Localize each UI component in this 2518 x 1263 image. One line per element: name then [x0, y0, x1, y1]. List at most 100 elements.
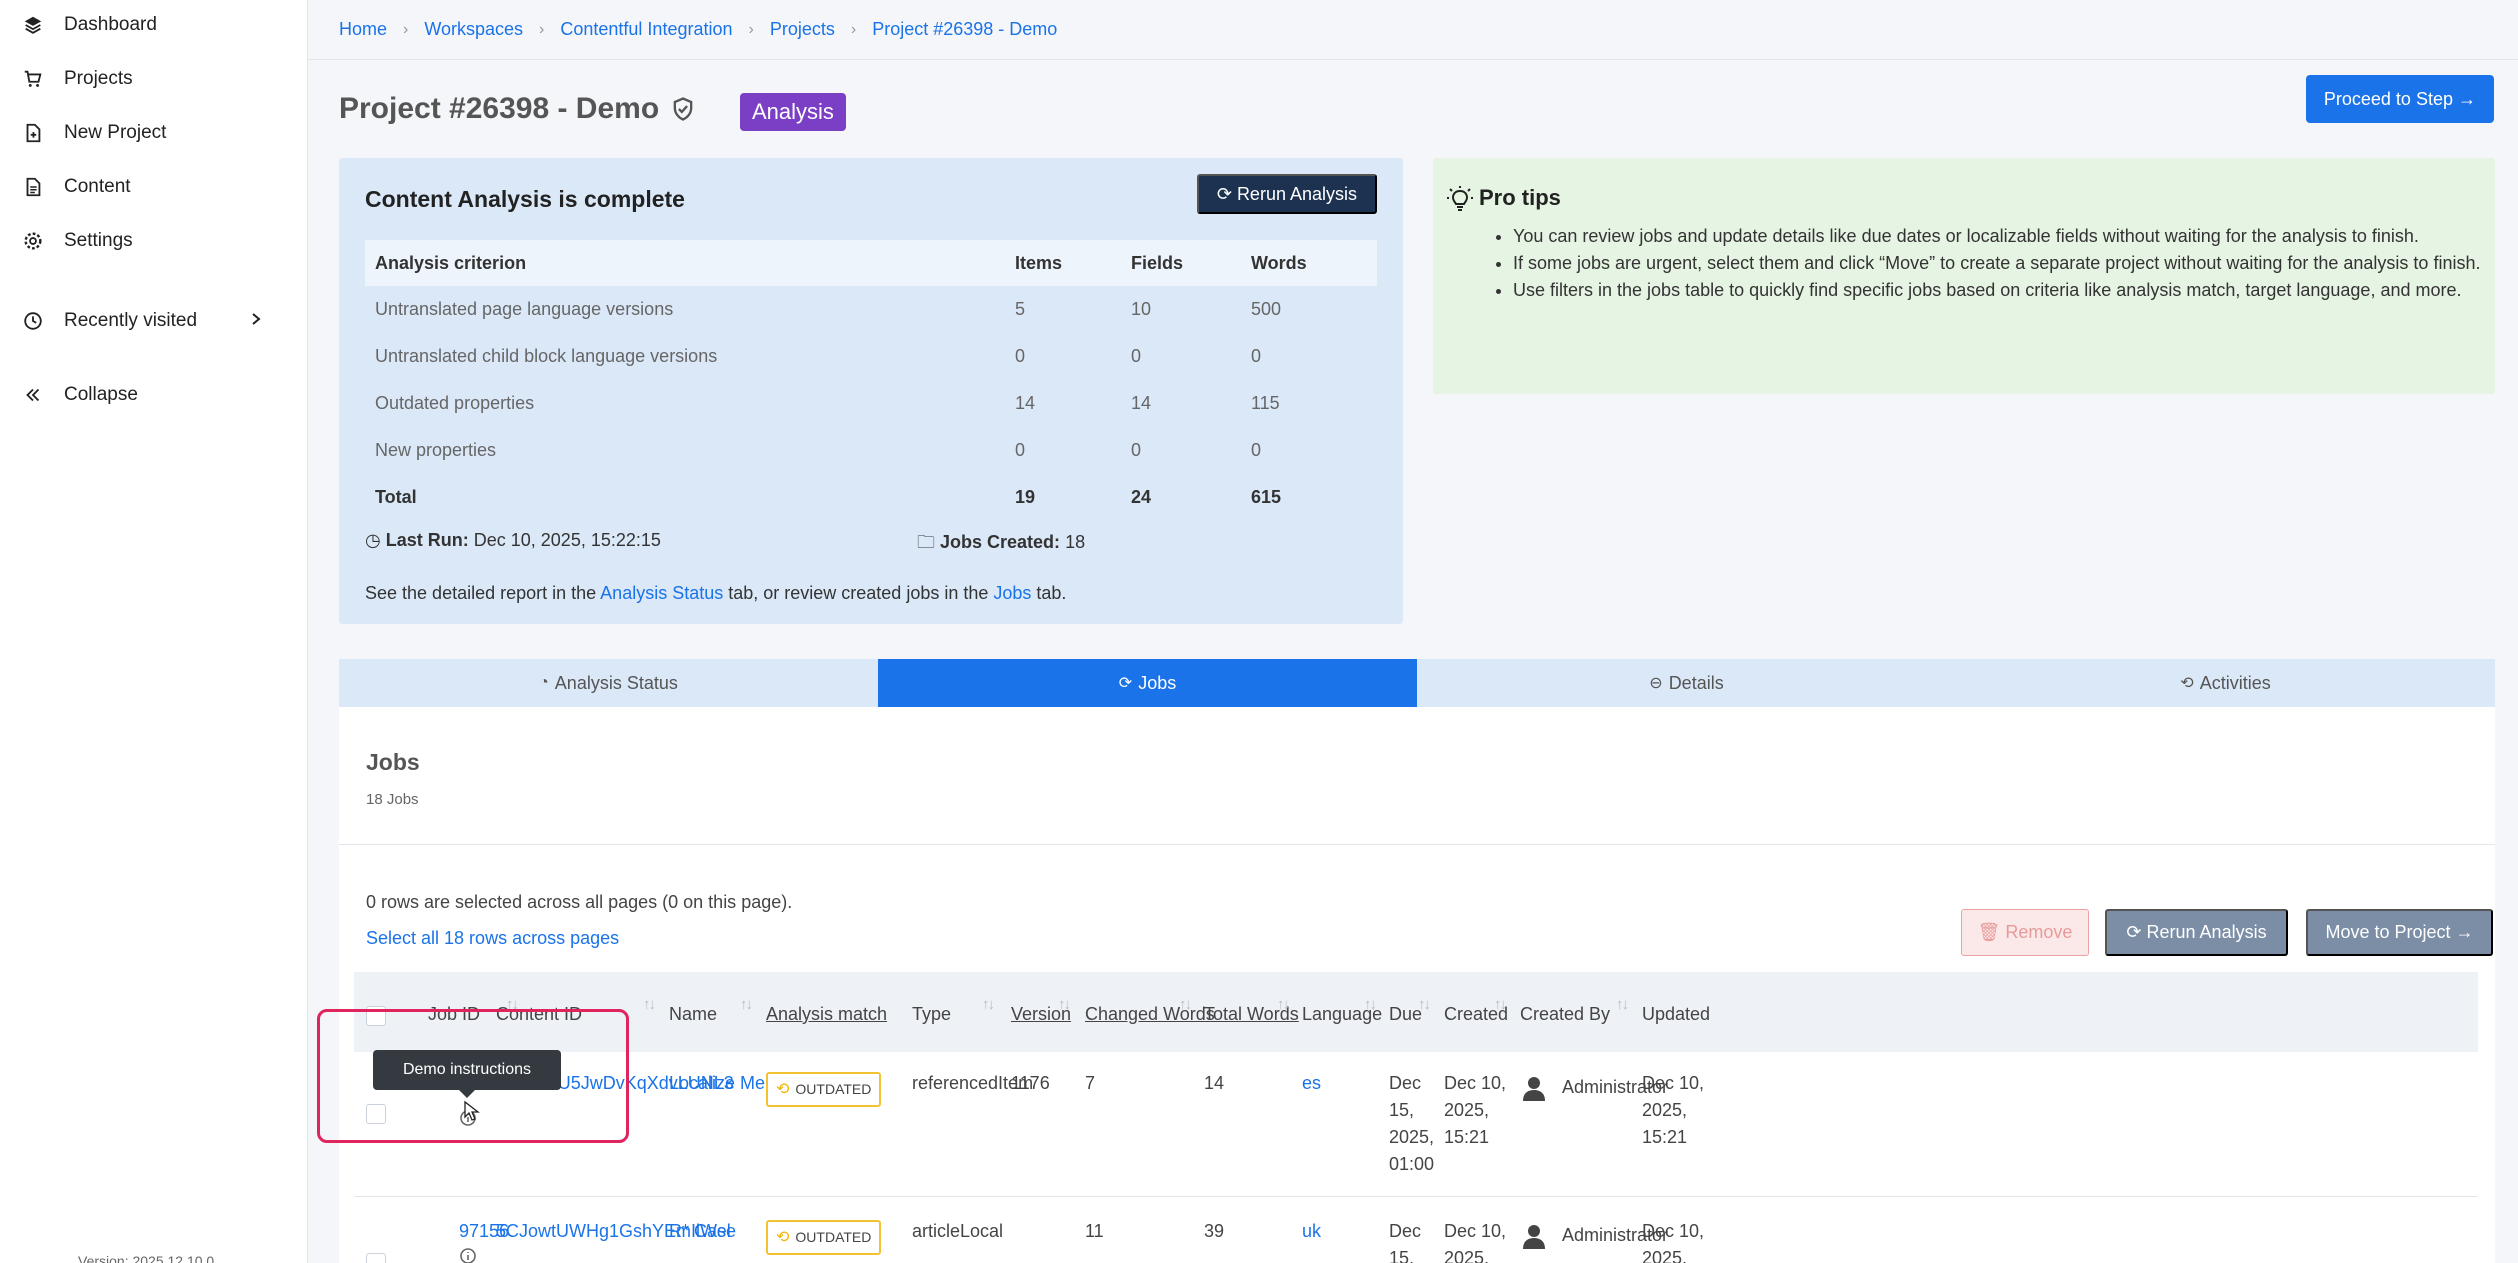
created-line: Dec 10,: [1444, 1221, 1507, 1241]
changed-words-cell: 11: [1085, 1221, 1104, 1241]
document-icon: [22, 176, 44, 198]
chevron-right-icon: ›: [403, 20, 409, 38]
table-cell: 0: [1251, 346, 1262, 366]
user-avatar-icon: [1523, 1077, 1545, 1102]
updated-line: 2025,: [1642, 1248, 1688, 1263]
column-header: Analysis criterion: [365, 240, 1005, 286]
name-link[interactable]: Localize Me: [669, 1070, 765, 1097]
sidebar-item-settings[interactable]: Settings: [0, 214, 307, 268]
refresh-icon: ⟳: [1118, 675, 1133, 692]
sidebar-item-projects[interactable]: Projects: [0, 52, 307, 106]
arrow-right-icon: →: [2455, 922, 2474, 942]
table-cell: 14: [1015, 393, 1036, 413]
type-cell: articleLocal: [912, 1221, 1004, 1241]
tabs: ◔ Analysis Status ⟳ Jobs ⊖ Details ⟲ Activit…: [339, 659, 2495, 707]
list-item: If some jobs are urgent, select them and…: [1513, 250, 2483, 277]
sidebar-item-label: Projects: [64, 68, 133, 89]
due-line: Dec: [1389, 1221, 1422, 1241]
column-header-changed-words[interactable]: Changed Words: [1085, 1004, 1215, 1025]
sidebar-item-new-project[interactable]: New Project: [0, 106, 307, 160]
sidebar-item-label: Content: [64, 176, 131, 197]
proceed-button[interactable]: Proceed to Step →: [2305, 75, 2494, 123]
table-row[interactable]: 6FdAvbU5JwDvKqXdvLUNL3 Localize Me ⟲ OUTD…: [354, 1052, 2478, 1197]
analysis-match-badge: ⟲ OUTDATED: [766, 1220, 882, 1255]
created-cell: Dec 10, 2025,: [1444, 1218, 1506, 1263]
column-header-updated[interactable]: Updated: [1642, 1004, 1710, 1025]
tab-analysis-status[interactable]: ◔ Analysis Status: [339, 659, 878, 707]
table-cell: Total: [375, 487, 417, 507]
sort-icon[interactable]: ↑↓: [1418, 996, 1431, 1013]
sort-icon[interactable]: ↑↓: [1616, 996, 1629, 1013]
sort-icon[interactable]: ↑↓: [1179, 996, 1192, 1013]
tab-activities[interactable]: ⟲ Activities: [1956, 659, 2495, 707]
table-cell: 5: [1015, 299, 1026, 319]
updated-cell: Dec 10, 2025, 15:21: [1642, 1070, 1704, 1151]
sidebar-item-recently-visited[interactable]: Recently visited: [0, 294, 307, 348]
created-line: 2025,: [1444, 1248, 1490, 1263]
rerun-analysis-button[interactable]: ⟳ Rerun Analysis: [1196, 174, 1377, 214]
breadcrumb-home[interactable]: Home: [339, 19, 387, 40]
column-header-created-by[interactable]: Created By: [1520, 1004, 1610, 1025]
sidebar-item-content[interactable]: Content: [0, 160, 307, 214]
tab-label: Analysis Status: [554, 672, 678, 693]
version-cell: 1176: [1011, 1073, 1050, 1093]
info-icon[interactable]: [459, 1246, 477, 1263]
table-row[interactable]: 97156 5CJowtUWHg1GshYEmIlWel R* Case ⟲ OU…: [354, 1198, 2478, 1263]
sort-icon[interactable]: ↑↓: [1364, 996, 1377, 1013]
selection-info: 0 rows are selected across all pages (0 …: [366, 892, 793, 912]
sidebar-item-label: New Project: [64, 122, 167, 143]
column-header-analysis-match[interactable]: Analysis match: [766, 1004, 887, 1025]
sort-icon[interactable]: ↑↓: [1494, 996, 1507, 1013]
analysis-status-link[interactable]: Analysis Status: [600, 583, 723, 603]
breadcrumb-workspaces[interactable]: Workspaces: [424, 19, 523, 40]
proceed-label: Proceed to Step: [2323, 88, 2453, 109]
sidebar-item-dashboard[interactable]: Dashboard: [0, 0, 307, 52]
jobs-count: 18 Jobs: [366, 791, 419, 808]
column-header-type[interactable]: Type: [912, 1004, 951, 1025]
breadcrumb: Home › Workspaces › Contentful Integrati…: [308, 0, 2518, 60]
table-cell: 0: [1131, 440, 1142, 460]
tab-label: Jobs: [1138, 672, 1177, 693]
cursor-icon: [464, 1100, 480, 1121]
column-header-name[interactable]: Name: [669, 1004, 717, 1025]
report-line: See the detailed report in the Analysis …: [365, 583, 1066, 604]
chevron-right-icon: ›: [850, 20, 857, 38]
move-to-project-button[interactable]: Move to Project →: [2306, 909, 2493, 956]
due-cell: Dec 15, 2025, 01:00: [1389, 1070, 1434, 1178]
remove-button[interactable]: 🗑 Remove: [1961, 909, 2089, 956]
created-cell: Dec 10, 2025, 15:21: [1444, 1070, 1506, 1151]
analysis-table: Analysis criterion Items Fields Words Un…: [365, 240, 1377, 521]
gauge-icon: ◔: [539, 674, 549, 691]
last-run-value: Dec 10, 2025, 15:22:15: [473, 530, 661, 550]
tab-jobs[interactable]: ⟳ Jobs: [878, 659, 1417, 707]
table-cell: 14: [1131, 393, 1152, 413]
breadcrumb-integration[interactable]: Contentful Integration: [560, 19, 732, 40]
status-badge: Analysis: [740, 93, 846, 131]
double-chevron-left-icon: [22, 384, 44, 406]
language-link[interactable]: es: [1302, 1070, 1321, 1097]
name-link[interactable]: R* Case: [669, 1218, 736, 1245]
tab-details[interactable]: ⊖ Details: [1417, 659, 1956, 707]
updated-line: 15:21: [1642, 1127, 1688, 1147]
sort-icon[interactable]: ↑↓: [982, 996, 995, 1013]
user-avatar-icon: [1523, 1225, 1545, 1250]
rerun-analysis-button-jobs[interactable]: ⟳ Rerun Analysis: [2105, 909, 2288, 956]
language-link[interactable]: uk: [1302, 1218, 1321, 1245]
dots-circle-icon: ⊖: [1649, 675, 1663, 692]
select-all-link[interactable]: Select all 18 rows across pages: [366, 928, 619, 949]
row-checkbox[interactable]: [366, 1253, 386, 1263]
breadcrumb-projects[interactable]: Projects: [770, 19, 835, 40]
collapse-button[interactable]: Collapse: [0, 368, 307, 422]
tab-label: Activities: [2199, 672, 2271, 693]
cart-icon: [22, 68, 44, 90]
jobs-link[interactable]: Jobs: [993, 583, 1031, 603]
sort-icon[interactable]: ↑↓: [1058, 996, 1071, 1013]
jobs-created: 🗀 Jobs Created: 18: [917, 530, 1085, 560]
sort-icon[interactable]: ↑↓: [643, 996, 656, 1013]
sort-icon[interactable]: ↑↓: [740, 996, 753, 1013]
sort-icon[interactable]: ↑↓: [1277, 996, 1290, 1013]
remove-label: Remove: [2005, 922, 2073, 942]
sidebar-item-label: Dashboard: [64, 14, 157, 35]
last-run: ◷ Last Run: Dec 10, 2025, 15:22:15: [365, 530, 661, 551]
breadcrumb-current[interactable]: Project #26398 - Demo: [872, 19, 1057, 40]
